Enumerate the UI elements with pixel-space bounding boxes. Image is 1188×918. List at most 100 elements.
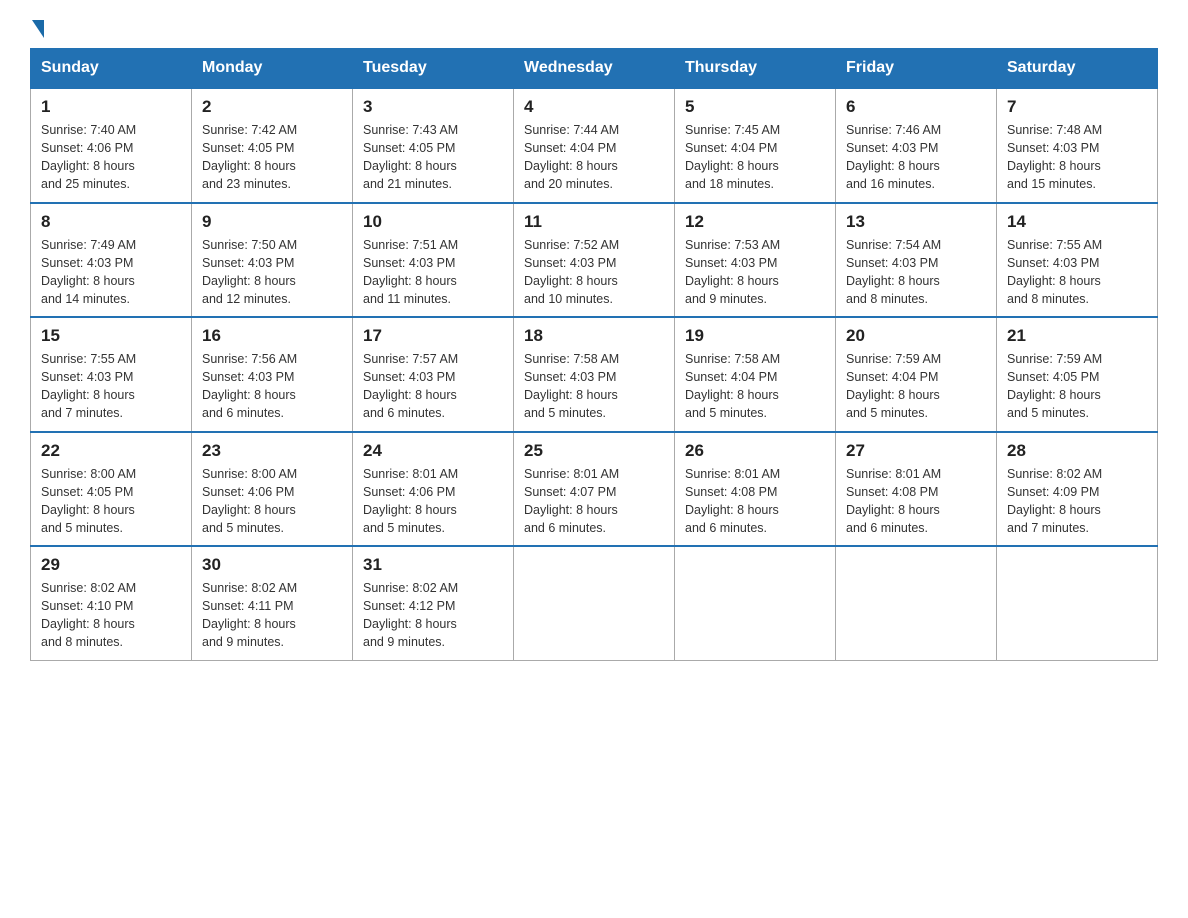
- day-number: 6: [846, 97, 986, 117]
- calendar-cell: 11 Sunrise: 7:52 AMSunset: 4:03 PMDayligh…: [514, 203, 675, 318]
- calendar-cell: 12 Sunrise: 7:53 AMSunset: 4:03 PMDayligh…: [675, 203, 836, 318]
- calendar-cell: 5 Sunrise: 7:45 AMSunset: 4:04 PMDaylight…: [675, 88, 836, 203]
- logo-group: [30, 25, 44, 38]
- page-header: [30, 20, 1158, 38]
- day-number: 25: [524, 441, 664, 461]
- calendar-cell: 2 Sunrise: 7:42 AMSunset: 4:05 PMDaylight…: [192, 88, 353, 203]
- day-number: 4: [524, 97, 664, 117]
- day-info: Sunrise: 7:57 AMSunset: 4:03 PMDaylight:…: [363, 350, 503, 423]
- calendar-cell: 23Sunrise: 8:00 AMSunset: 4:06 PMDayligh…: [192, 432, 353, 547]
- calendar-cell: 28 Sunrise: 8:02 AMSunset: 4:09 PMDayligh…: [997, 432, 1158, 547]
- day-info: Sunrise: 7:43 AMSunset: 4:05 PMDaylight:…: [363, 121, 503, 194]
- day-number: 5: [685, 97, 825, 117]
- day-number: 12: [685, 212, 825, 232]
- day-info: Sunrise: 8:02 AMSunset: 4:11 PMDaylight:…: [202, 579, 342, 652]
- day-info: Sunrise: 8:01 AMSunset: 4:08 PMDaylight:…: [846, 465, 986, 538]
- day-number: 29: [41, 555, 181, 575]
- day-number: 7: [1007, 97, 1147, 117]
- calendar-cell: 26 Sunrise: 8:01 AMSunset: 4:08 PMDayligh…: [675, 432, 836, 547]
- calendar-cell: [836, 546, 997, 660]
- day-info: Sunrise: 7:55 AMSunset: 4:03 PMDaylight:…: [1007, 236, 1147, 309]
- day-info: Sunrise: 7:42 AMSunset: 4:05 PMDaylight:…: [202, 121, 342, 194]
- logo-row: [30, 25, 44, 38]
- calendar-cell: 15 Sunrise: 7:55 AMSunset: 4:03 PMDayligh…: [31, 317, 192, 432]
- day-info: Sunrise: 7:58 AMSunset: 4:04 PMDaylight:…: [685, 350, 825, 423]
- day-info: Sunrise: 7:58 AMSunset: 4:03 PMDaylight:…: [524, 350, 664, 423]
- day-info: Sunrise: 7:50 AMSunset: 4:03 PMDaylight:…: [202, 236, 342, 309]
- day-number: 19: [685, 326, 825, 346]
- day-number: 17: [363, 326, 503, 346]
- calendar-cell: 21 Sunrise: 7:59 AMSunset: 4:05 PMDayligh…: [997, 317, 1158, 432]
- day-number: 16: [202, 326, 342, 346]
- weekday-header-tuesday: Tuesday: [353, 49, 514, 89]
- day-info: Sunrise: 7:54 AMSunset: 4:03 PMDaylight:…: [846, 236, 986, 309]
- week-row-3: 15 Sunrise: 7:55 AMSunset: 4:03 PMDayligh…: [31, 317, 1158, 432]
- weekday-header-sunday: Sunday: [31, 49, 192, 89]
- day-number: 21: [1007, 326, 1147, 346]
- day-number: 11: [524, 212, 664, 232]
- calendar-cell: 7 Sunrise: 7:48 AMSunset: 4:03 PMDaylight…: [997, 88, 1158, 203]
- calendar-cell: 25 Sunrise: 8:01 AMSunset: 4:07 PMDayligh…: [514, 432, 675, 547]
- week-row-1: 1 Sunrise: 7:40 AMSunset: 4:06 PMDaylight…: [31, 88, 1158, 203]
- calendar-cell: 24Sunrise: 8:01 AMSunset: 4:06 PMDayligh…: [353, 432, 514, 547]
- day-info: Sunrise: 7:51 AMSunset: 4:03 PMDaylight:…: [363, 236, 503, 309]
- day-number: 28: [1007, 441, 1147, 461]
- calendar-cell: 19 Sunrise: 7:58 AMSunset: 4:04 PMDayligh…: [675, 317, 836, 432]
- day-info: Sunrise: 8:01 AMSunset: 4:08 PMDaylight:…: [685, 465, 825, 538]
- day-number: 18: [524, 326, 664, 346]
- day-info: Sunrise: 7:44 AMSunset: 4:04 PMDaylight:…: [524, 121, 664, 194]
- day-number: 15: [41, 326, 181, 346]
- day-number: 2: [202, 97, 342, 117]
- day-number: 1: [41, 97, 181, 117]
- calendar-cell: 1 Sunrise: 7:40 AMSunset: 4:06 PMDaylight…: [31, 88, 192, 203]
- calendar-cell: 8 Sunrise: 7:49 AMSunset: 4:03 PMDaylight…: [31, 203, 192, 318]
- day-info: Sunrise: 8:02 AMSunset: 4:09 PMDaylight:…: [1007, 465, 1147, 538]
- calendar-cell: 16 Sunrise: 7:56 AMSunset: 4:03 PMDayligh…: [192, 317, 353, 432]
- calendar-cell: 27 Sunrise: 8:01 AMSunset: 4:08 PMDayligh…: [836, 432, 997, 547]
- day-info: Sunrise: 7:53 AMSunset: 4:03 PMDaylight:…: [685, 236, 825, 309]
- calendar-cell: [675, 546, 836, 660]
- weekday-header-saturday: Saturday: [997, 49, 1158, 89]
- day-number: 14: [1007, 212, 1147, 232]
- week-row-2: 8 Sunrise: 7:49 AMSunset: 4:03 PMDaylight…: [31, 203, 1158, 318]
- calendar-cell: 17 Sunrise: 7:57 AMSunset: 4:03 PMDayligh…: [353, 317, 514, 432]
- day-info: Sunrise: 7:49 AMSunset: 4:03 PMDaylight:…: [41, 236, 181, 309]
- day-number: 22: [41, 441, 181, 461]
- day-number: 3: [363, 97, 503, 117]
- day-number: 27: [846, 441, 986, 461]
- weekday-header-wednesday: Wednesday: [514, 49, 675, 89]
- day-info: Sunrise: 7:45 AMSunset: 4:04 PMDaylight:…: [685, 121, 825, 194]
- day-number: 20: [846, 326, 986, 346]
- calendar-cell: 20Sunrise: 7:59 AMSunset: 4:04 PMDayligh…: [836, 317, 997, 432]
- week-row-5: 29Sunrise: 8:02 AMSunset: 4:10 PMDayligh…: [31, 546, 1158, 660]
- week-row-4: 22 Sunrise: 8:00 AMSunset: 4:05 PMDayligh…: [31, 432, 1158, 547]
- day-info: Sunrise: 7:59 AMSunset: 4:05 PMDaylight:…: [1007, 350, 1147, 423]
- day-info: Sunrise: 8:00 AMSunset: 4:05 PMDaylight:…: [41, 465, 181, 538]
- day-number: 23: [202, 441, 342, 461]
- day-info: Sunrise: 7:46 AMSunset: 4:03 PMDaylight:…: [846, 121, 986, 194]
- day-number: 10: [363, 212, 503, 232]
- calendar-cell: 29Sunrise: 8:02 AMSunset: 4:10 PMDayligh…: [31, 546, 192, 660]
- calendar-cell: 3 Sunrise: 7:43 AMSunset: 4:05 PMDaylight…: [353, 88, 514, 203]
- day-info: Sunrise: 8:01 AMSunset: 4:06 PMDaylight:…: [363, 465, 503, 538]
- day-number: 8: [41, 212, 181, 232]
- logo-arrow-icon: [32, 20, 44, 38]
- day-number: 26: [685, 441, 825, 461]
- weekday-header-monday: Monday: [192, 49, 353, 89]
- calendar-cell: 30 Sunrise: 8:02 AMSunset: 4:11 PMDayligh…: [192, 546, 353, 660]
- day-number: 13: [846, 212, 986, 232]
- day-info: Sunrise: 7:56 AMSunset: 4:03 PMDaylight:…: [202, 350, 342, 423]
- day-number: 9: [202, 212, 342, 232]
- logo: [30, 25, 44, 38]
- calendar-cell: 13 Sunrise: 7:54 AMSunset: 4:03 PMDayligh…: [836, 203, 997, 318]
- weekday-header-friday: Friday: [836, 49, 997, 89]
- day-info: Sunrise: 7:48 AMSunset: 4:03 PMDaylight:…: [1007, 121, 1147, 194]
- day-info: Sunrise: 8:01 AMSunset: 4:07 PMDaylight:…: [524, 465, 664, 538]
- day-info: Sunrise: 7:55 AMSunset: 4:03 PMDaylight:…: [41, 350, 181, 423]
- day-info: Sunrise: 7:52 AMSunset: 4:03 PMDaylight:…: [524, 236, 664, 309]
- day-info: Sunrise: 7:40 AMSunset: 4:06 PMDaylight:…: [41, 121, 181, 194]
- day-number: 30: [202, 555, 342, 575]
- calendar-cell: [997, 546, 1158, 660]
- calendar-table: SundayMondayTuesdayWednesdayThursdayFrid…: [30, 48, 1158, 661]
- day-number: 31: [363, 555, 503, 575]
